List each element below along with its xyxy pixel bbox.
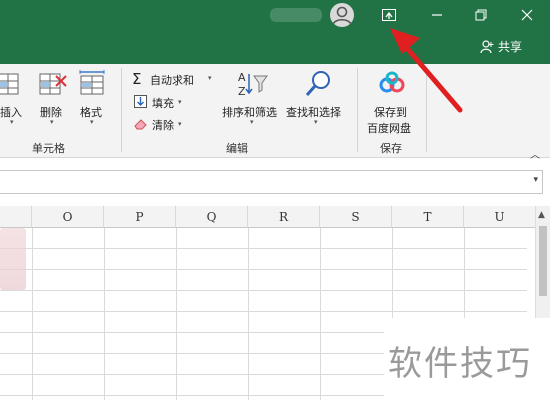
- fill-button[interactable]: 填充 ▾: [132, 94, 192, 112]
- blurred-row-headers: [0, 228, 26, 290]
- column-header[interactable]: T: [392, 206, 464, 228]
- sigma-icon: Σ: [132, 70, 142, 88]
- formula-bar[interactable]: ▾: [0, 170, 543, 194]
- autosum-label: 自动求和: [150, 74, 194, 87]
- insert-caret-icon: ▾: [10, 118, 14, 126]
- user-avatar-icon[interactable]: [330, 3, 354, 27]
- column-header[interactable]: O: [32, 206, 104, 228]
- format-button[interactable]: 格式 ▾: [76, 70, 110, 130]
- restore-icon[interactable]: [466, 3, 496, 27]
- share-button[interactable]: 共享: [480, 38, 522, 55]
- watermark-text: 软件技巧: [388, 344, 532, 384]
- autosum-caret-icon: ▾: [208, 74, 212, 82]
- svg-text:Z: Z: [238, 85, 246, 98]
- cells-group-label: 单元格: [32, 142, 65, 155]
- blurred-user-name: [270, 8, 322, 22]
- clear-caret-icon: ▾: [178, 120, 182, 128]
- format-cells-icon: [79, 70, 105, 95]
- gridline: [0, 248, 527, 249]
- fill-down-icon: [134, 95, 147, 108]
- fill-caret-icon: ▾: [178, 98, 182, 106]
- eraser-icon: [134, 119, 147, 130]
- gridline: [0, 311, 527, 312]
- find-select-caret-icon: ▾: [314, 118, 318, 126]
- column-headers: O P Q R S T U: [0, 206, 540, 228]
- annotation-arrow-icon: [390, 28, 463, 113]
- delete-button[interactable]: 删除 ▾: [36, 70, 70, 130]
- column-header[interactable]: S: [320, 206, 392, 228]
- clear-label: 清除: [152, 119, 174, 132]
- scroll-up-icon[interactable]: ▲: [538, 210, 545, 220]
- column-header[interactable]: Q: [176, 206, 248, 228]
- column-header[interactable]: U: [464, 206, 536, 228]
- insert-button[interactable]: 插入 ▾: [0, 70, 28, 130]
- find-select-button[interactable]: 查找和选择 ▾: [286, 70, 348, 132]
- format-caret-icon: ▾: [90, 118, 94, 126]
- expand-formula-bar-icon[interactable]: ▾: [533, 175, 538, 185]
- scrollbar-thumb[interactable]: [539, 226, 547, 296]
- clear-button[interactable]: 清除 ▾: [132, 116, 192, 134]
- svg-text:A: A: [238, 71, 246, 84]
- delete-caret-icon: ▾: [50, 118, 54, 126]
- fill-label: 填充: [152, 97, 174, 110]
- share-label: 共享: [498, 40, 523, 54]
- close-icon[interactable]: [512, 3, 542, 27]
- magnifier-icon: [305, 71, 330, 96]
- sort-filter-button[interactable]: AZ 排序和筛选 ▾: [222, 70, 284, 132]
- save-group-label: 保存: [380, 142, 402, 155]
- sort-filter-caret-icon: ▾: [250, 118, 254, 126]
- gridline: [0, 269, 527, 270]
- share-person-icon: [480, 39, 494, 53]
- gridline: [0, 290, 527, 291]
- delete-cells-icon: [39, 73, 67, 95]
- insert-cells-icon: [0, 73, 19, 95]
- group-divider: [121, 68, 122, 152]
- sort-filter-icon: AZ: [238, 71, 268, 98]
- editing-group-label: 编辑: [226, 142, 248, 155]
- save-label-line2: 百度网盘: [367, 122, 411, 135]
- group-divider: [357, 68, 358, 152]
- column-header[interactable]: P: [104, 206, 176, 228]
- select-all-corner[interactable]: [0, 206, 32, 228]
- autosum-button[interactable]: Σ 自动求和 ▾: [132, 70, 222, 88]
- column-header[interactable]: R: [248, 206, 320, 228]
- collapse-ribbon-icon[interactable]: ︿: [530, 146, 540, 161]
